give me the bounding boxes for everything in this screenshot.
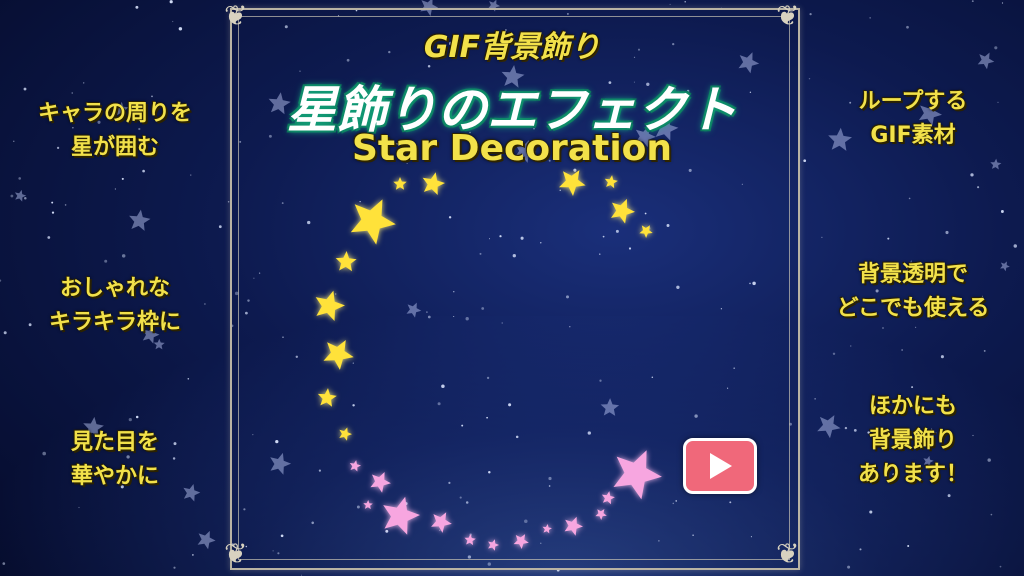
- note-line: どこでも使える: [836, 296, 990, 321]
- yellow-star: [393, 177, 407, 190]
- play-triangle-icon: [710, 453, 732, 479]
- right-note-1: ループする GIF素材: [798, 85, 1024, 153]
- note-line: ループする: [858, 89, 968, 114]
- note-line: おしゃれな: [59, 276, 170, 301]
- note-line: 見た目を: [70, 430, 159, 455]
- note-line: 背景透明で: [857, 262, 968, 287]
- yellow-star: [422, 172, 445, 195]
- yellow-star: [317, 388, 337, 407]
- yellow-star: [611, 198, 635, 224]
- right-note-3: ほかにも 背景飾り あります！: [798, 390, 1024, 492]
- title-top: GIF背景飾り: [423, 30, 601, 65]
- pink-star: [595, 509, 607, 520]
- left-note-2: おしゃれな キラキラ枠に: [0, 272, 230, 340]
- yellow-star: [639, 225, 653, 238]
- pink-star: [370, 472, 391, 493]
- yellow-star: [339, 427, 352, 441]
- pink-star: [383, 496, 420, 535]
- yellow-star: [335, 251, 357, 272]
- yellow-star: [323, 340, 354, 370]
- pink-star: [513, 534, 529, 549]
- yellow-star: [350, 199, 396, 245]
- yellow-star: [559, 170, 586, 196]
- pink-star: [363, 500, 373, 510]
- note-line: ほかにも: [868, 394, 957, 419]
- pink-star: [601, 491, 615, 505]
- right-note-2: 背景透明で どこでも使える: [798, 258, 1024, 326]
- pink-star: [464, 534, 476, 546]
- pink-star: [542, 524, 552, 534]
- pink-star: [488, 539, 499, 551]
- left-note-3: 見た目を 華やかに: [0, 426, 230, 494]
- yellow-star: [604, 175, 618, 189]
- note-line: キャラの周りを: [37, 101, 192, 126]
- note-line: あります！: [857, 462, 968, 487]
- note-line: GIF素材: [870, 123, 956, 148]
- pink-star: [349, 460, 361, 472]
- note-line: 華やかに: [70, 464, 159, 489]
- play-button[interactable]: [683, 438, 757, 494]
- note-line: 背景飾り: [868, 428, 957, 453]
- pink-star: [564, 516, 583, 536]
- note-line: 星が囲む: [70, 135, 159, 160]
- note-line: キラキラ枠に: [48, 310, 181, 335]
- pink-star: [613, 450, 662, 500]
- yellow-star: [315, 290, 345, 321]
- pink-star: [431, 512, 452, 533]
- left-note-1: キャラの周りを 星が囲む: [0, 97, 230, 165]
